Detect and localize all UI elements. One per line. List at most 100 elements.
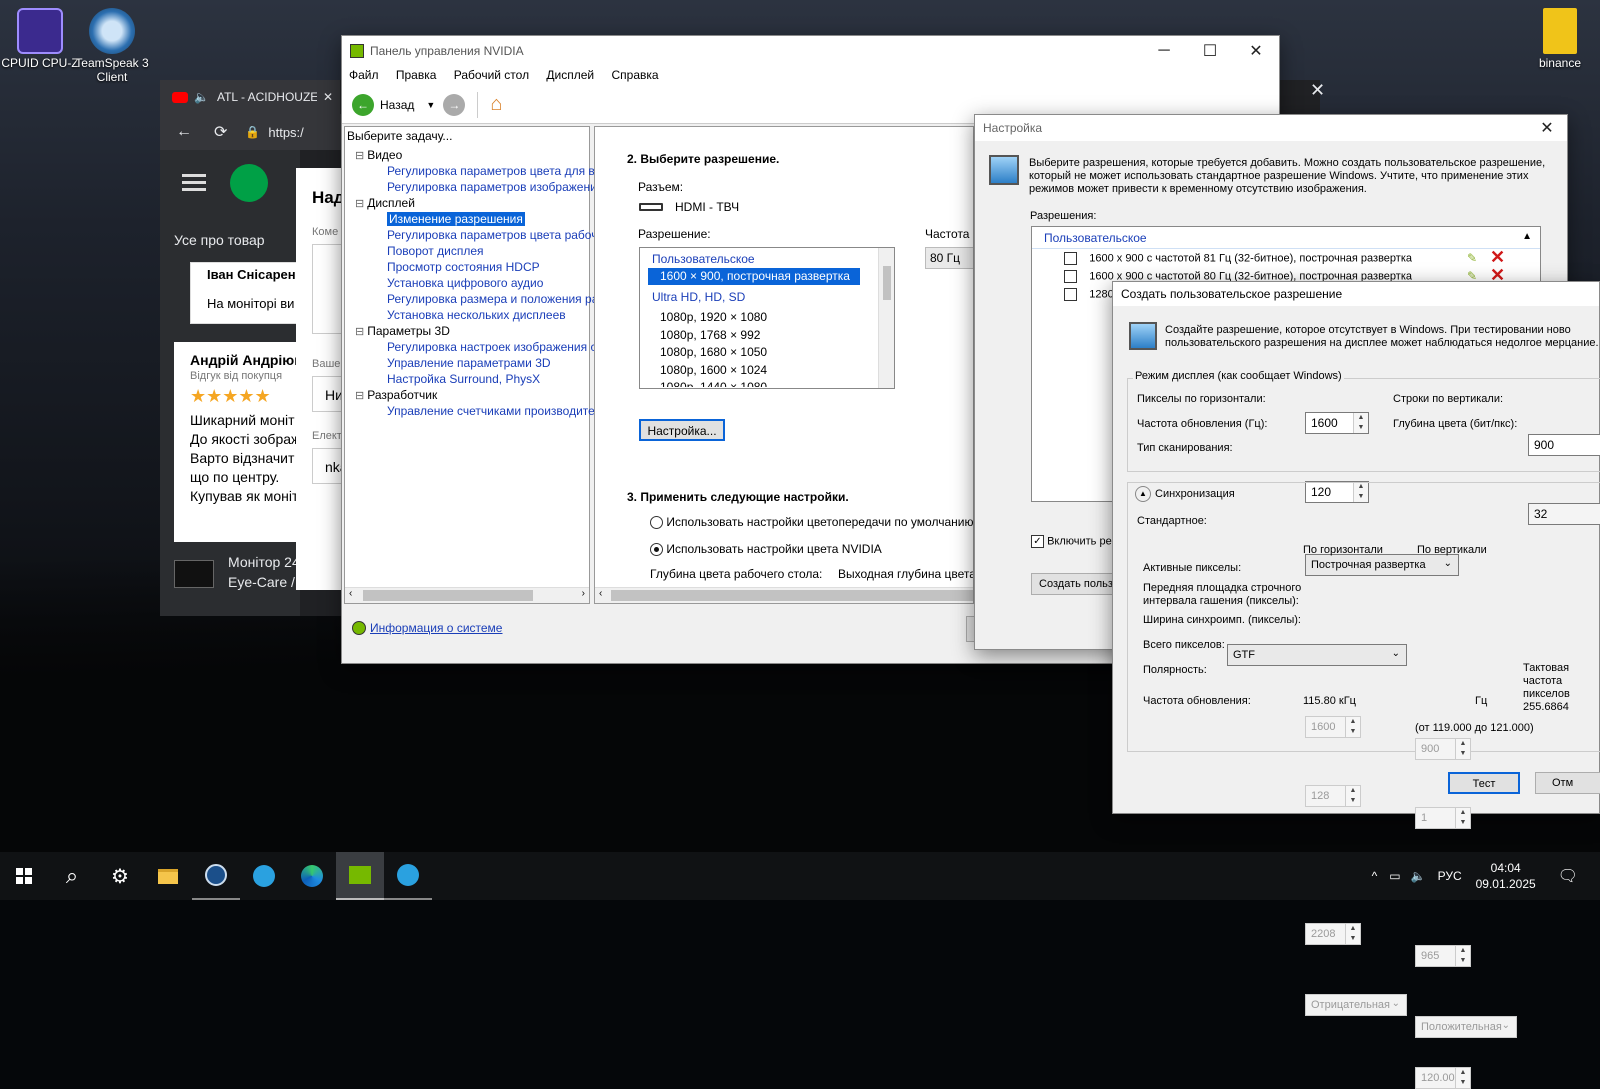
- tree-item[interactable]: Регулировка параметров цвета рабочег: [355, 227, 609, 243]
- customize-button[interactable]: Настройка...: [639, 419, 725, 441]
- enable-checkbox-row[interactable]: ✓ Включить ре: [1031, 535, 1112, 548]
- create-custom-button[interactable]: Создать польз: [1031, 573, 1121, 595]
- tree-item[interactable]: Регулировка параметров цвета для вид: [355, 163, 608, 179]
- back-button[interactable]: ← Назад: [352, 93, 414, 116]
- start-button[interactable]: [0, 852, 48, 900]
- menu-file[interactable]: Файл: [349, 68, 379, 82]
- tree-category[interactable]: ⊟ Разработчик: [355, 387, 589, 403]
- edge-icon[interactable]: [288, 852, 336, 900]
- tree-category[interactable]: ⊟ Дисплей: [355, 195, 589, 211]
- back-dropdown-icon[interactable]: ▼: [426, 100, 435, 110]
- polarity-h-select[interactable]: Отрицательная ⌄: [1305, 994, 1407, 1016]
- page-h-scrollbar[interactable]: ‹: [595, 587, 973, 603]
- language-indicator[interactable]: РУС: [1438, 869, 1462, 883]
- res-item[interactable]: 1080p, 1768 × 992: [660, 327, 894, 345]
- active-v-stepper[interactable]: 900 ▲ ▼: [1415, 738, 1471, 760]
- nav-all-about-product[interactable]: Усе про товар: [174, 232, 265, 248]
- timing-standard-select[interactable]: GTF ⌄: [1227, 644, 1407, 666]
- telegram-icon[interactable]: [240, 852, 288, 900]
- tree-h-scrollbar[interactable]: ‹ ›: [345, 587, 589, 603]
- res-item[interactable]: 1080p, 1680 × 1050: [660, 344, 894, 362]
- desktop-icon-cpuz[interactable]: CPUID CPU-Z: [0, 8, 80, 70]
- nvidia-taskbar-icon[interactable]: [336, 852, 384, 900]
- network-icon[interactable]: ▭: [1389, 869, 1400, 883]
- tree-item[interactable]: Настройка Surround, PhysX: [355, 371, 589, 387]
- browser-close-icon[interactable]: ✕: [1310, 80, 1325, 101]
- res-list-scrollbar[interactable]: [878, 248, 894, 388]
- v-rate-stepper[interactable]: 120.000 ▲ ▼: [1415, 1067, 1471, 1089]
- checkbox[interactable]: ✓: [1031, 535, 1044, 548]
- clock[interactable]: 04:04 09.01.2025: [1476, 860, 1536, 892]
- custom-res-row[interactable]: 1280: [1064, 288, 1114, 301]
- volume-icon[interactable]: 🔈: [1411, 869, 1426, 883]
- tree-item[interactable]: Регулировка настроек изображения с пр: [355, 339, 613, 355]
- collapse-box-icon[interactable]: ⊟: [355, 198, 364, 210]
- menu-edit[interactable]: Правка: [396, 68, 437, 82]
- collapse-circle-icon[interactable]: ▲: [1135, 486, 1151, 502]
- cancel-button[interactable]: Отм: [1535, 772, 1600, 794]
- menu-display[interactable]: Дисплей: [546, 68, 594, 82]
- refresh-select[interactable]: 80 Гц: [925, 247, 973, 269]
- settings-gear-icon[interactable]: ⚙: [96, 852, 144, 900]
- resolution-list[interactable]: Пользовательское 1600 × 900, построчная …: [639, 247, 895, 389]
- menu-desktop[interactable]: Рабочий стол: [454, 68, 529, 82]
- forward-button[interactable]: →: [443, 93, 466, 116]
- radio-nvidia-color[interactable]: Использовать настройки цвета NVIDIA: [650, 542, 882, 557]
- notification-icon[interactable]: 🗨: [1558, 866, 1578, 886]
- porch-v-stepper[interactable]: 1 ▲ ▼: [1415, 807, 1471, 829]
- chevron-up-icon[interactable]: ^: [1372, 869, 1378, 883]
- radio-button[interactable]: [650, 543, 663, 557]
- h-pixels-stepper[interactable]: 1600 ▲ ▼: [1305, 412, 1369, 434]
- radio-default-color[interactable]: Использовать настройки цветопередачи по …: [650, 515, 973, 530]
- total-h-stepper[interactable]: 2208 ▲ ▼: [1305, 923, 1361, 945]
- tree-item[interactable]: Управление счетчиками производителы: [355, 403, 610, 419]
- checkbox[interactable]: [1064, 288, 1077, 301]
- tree-item[interactable]: Регулировка размера и положения рабо: [355, 291, 612, 307]
- desktop-icon-teamspeak[interactable]: TeamSpeak 3 Client: [72, 8, 152, 84]
- address-bar[interactable]: https:/: [268, 125, 303, 140]
- search-icon[interactable]: ⌕: [48, 852, 96, 900]
- custom-res-row[interactable]: 1600 x 900 с частотой 81 Гц (32-битное),…: [1064, 252, 1412, 265]
- checkbox[interactable]: [1064, 270, 1077, 283]
- desktop-icon-binance[interactable]: binance: [1520, 8, 1600, 70]
- polarity-v-select[interactable]: Положительная ⌄: [1415, 1016, 1517, 1038]
- edit-pencil-icon[interactable]: ✎: [1467, 251, 1477, 265]
- tree-item[interactable]: Установка цифрового аудио: [355, 275, 589, 291]
- v-lines-stepper[interactable]: 900: [1528, 434, 1600, 456]
- total-v-stepper[interactable]: 965 ▲ ▼: [1415, 945, 1471, 967]
- test-button[interactable]: Тест: [1448, 772, 1520, 794]
- checkbox[interactable]: [1064, 252, 1077, 265]
- collapse-chevron-icon[interactable]: ▲: [1522, 231, 1532, 242]
- tree-item[interactable]: Регулировка параметров изображения д: [355, 179, 614, 195]
- tree-item[interactable]: Просмотр состояния HDCP: [355, 259, 589, 275]
- tab-close-icon[interactable]: ✕: [323, 90, 333, 104]
- collapse-box-icon[interactable]: ⊟: [355, 150, 364, 162]
- res-item-selected[interactable]: 1600 × 900, построчная развертка: [648, 268, 860, 285]
- system-info-link[interactable]: Информация о системе: [352, 621, 502, 635]
- minimize-button[interactable]: ─: [1141, 36, 1187, 66]
- maximize-button[interactable]: ☐: [1187, 36, 1233, 66]
- res-item[interactable]: 1080p, 1920 × 1080: [660, 309, 894, 327]
- tree-item[interactable]: Установка нескольких дисплеев: [355, 307, 589, 323]
- active-h-stepper[interactable]: 1600 ▲ ▼: [1305, 716, 1361, 738]
- res-item[interactable]: 1080p, 1440 × 1080: [660, 379, 894, 387]
- porch-h-stepper[interactable]: 128 ▲ ▼: [1305, 785, 1361, 807]
- hamburger-icon[interactable]: [182, 174, 206, 177]
- tree-category[interactable]: ⊟ Видео: [355, 147, 589, 163]
- product-strip[interactable]: Монітор 24 Eye-Care /: [160, 542, 300, 616]
- res-item[interactable]: 1080p, 1600 × 1024: [660, 362, 894, 380]
- back-arrow-icon[interactable]: ←: [176, 123, 192, 141]
- telegram-icon[interactable]: [384, 852, 432, 900]
- tree-item[interactable]: Изменение разрешения: [355, 211, 589, 227]
- collapse-box-icon[interactable]: ⊟: [355, 390, 364, 402]
- steam-icon[interactable]: [192, 852, 240, 900]
- reload-icon[interactable]: ⟳: [214, 122, 227, 142]
- collapse-box-icon[interactable]: ⊟: [355, 326, 364, 338]
- tree-item[interactable]: Управление параметрами 3D: [355, 355, 589, 371]
- file-explorer-icon[interactable]: [144, 852, 192, 900]
- tree-category[interactable]: ⊟ Параметры 3D: [355, 323, 589, 339]
- menu-help[interactable]: Справка: [611, 68, 658, 82]
- sync-toggle[interactable]: ▲ Синхронизация: [1135, 486, 1239, 502]
- browser-tab[interactable]: 🔈 ATL - ACIDHOUZE ✕: [160, 80, 340, 114]
- close-button[interactable]: ✕: [1233, 36, 1279, 66]
